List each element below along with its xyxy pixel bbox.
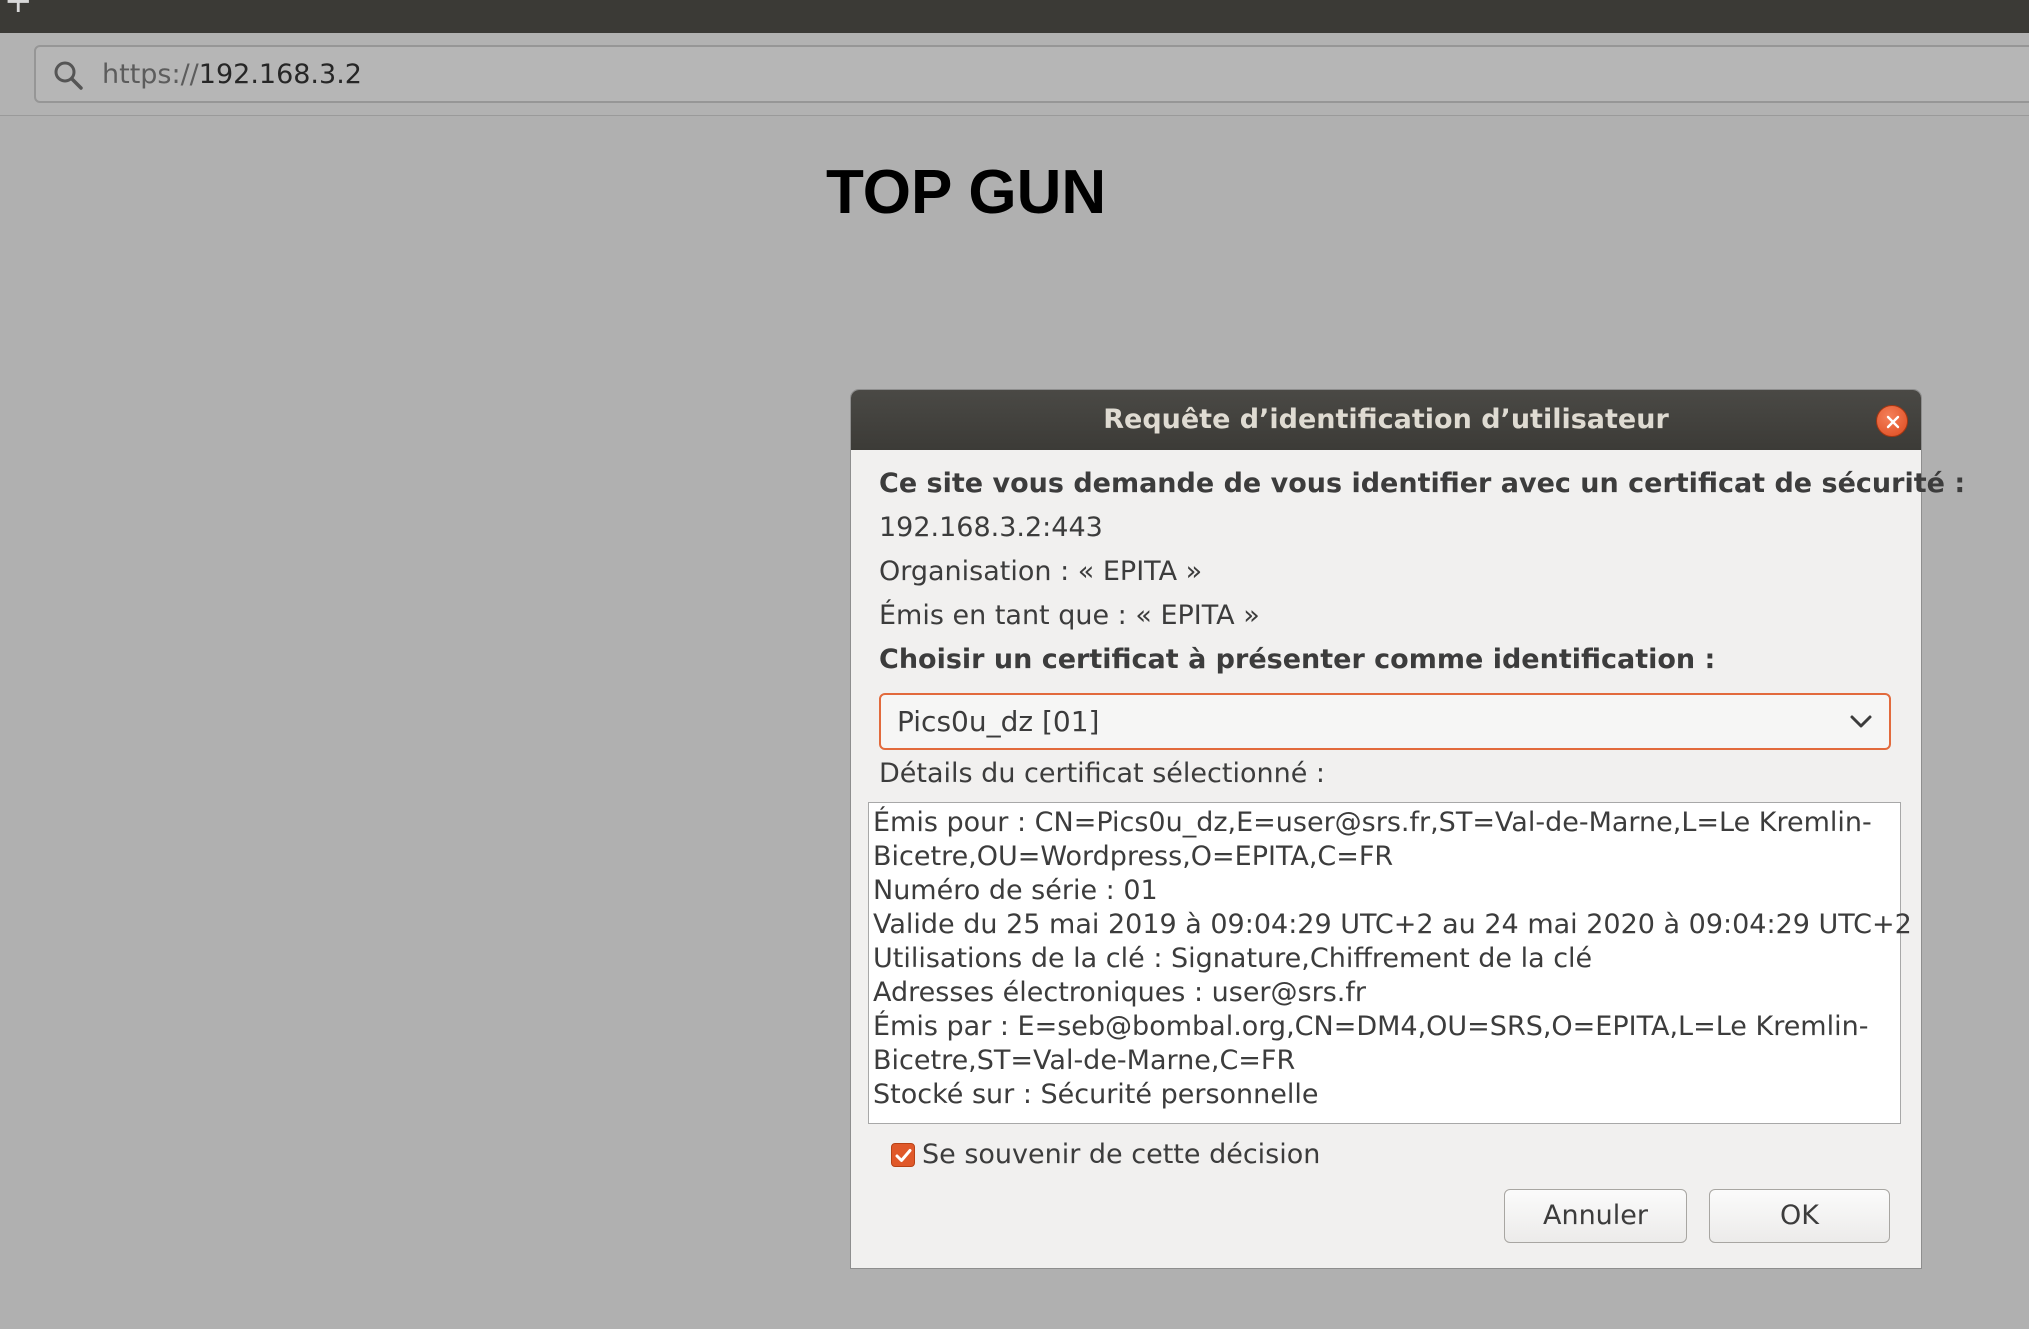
remember-decision-label[interactable]: Se souvenir de cette décision	[922, 1137, 1320, 1173]
details-line: Numéro de série : 01	[873, 875, 1158, 906]
certificate-details-label: Détails du certificat sélectionné :	[879, 758, 1325, 789]
url-host: 192.168.3.2	[198, 59, 362, 90]
dialog-titlebar[interactable]: Requête d’identification d’utilisateur	[851, 390, 1921, 450]
checkmark-icon	[895, 1149, 912, 1162]
details-line: Bicetre,ST=Val-de-Marne,C=FR	[873, 1045, 1296, 1076]
url-scheme: https://	[102, 59, 199, 90]
close-icon	[1886, 415, 1900, 429]
page-title: TOP GUN	[826, 158, 1107, 227]
certificate-select-value: Pics0u_dz [01]	[897, 705, 1100, 738]
navigation-bar: https://192.168.3.2	[0, 33, 2029, 116]
close-button[interactable]	[1876, 405, 1908, 437]
site-host: 192.168.3.2:443	[879, 512, 1103, 543]
organisation-text: Organisation : « EPITA »	[879, 556, 1203, 587]
dialog-title: Requête d’identification d’utilisateur	[1103, 404, 1669, 435]
search-icon	[54, 61, 83, 90]
details-line: Stocké sur : Sécurité personnelle	[873, 1079, 1319, 1110]
choose-certificate-label: Choisir un certificat à présenter comme …	[879, 644, 1716, 675]
url-bar[interactable]: https://192.168.3.2	[34, 45, 2029, 103]
details-line: Utilisations de la clé : Signature,Chiff…	[873, 943, 1593, 974]
certificate-dialog: Requête d’identification d’utilisateur C…	[851, 390, 1965, 1268]
dialog-intro: Ce site vous demande de vous identifier …	[879, 468, 1966, 499]
details-line: Valide du 25 mai 2019 à 09:04:29 UTC+2 a…	[873, 909, 1912, 940]
certificate-details-textarea[interactable]: Émis pour : CN=Pics0u_dz,E=user@srs.fr,S…	[868, 802, 1912, 1124]
ok-button[interactable]: OK	[1709, 1189, 1890, 1243]
remember-decision-checkbox[interactable]	[891, 1143, 915, 1167]
certificate-select[interactable]: Pics0u_dz [01]	[879, 693, 1891, 750]
details-line: Émis pour : CN=Pics0u_dz,E=user@srs.fr,S…	[873, 807, 1872, 838]
details-line: Bicetre,OU=Wordpress,O=EPITA,C=FR	[873, 841, 1394, 872]
details-line: Émis par : E=seb@bombal.org,CN=DM4,OU=SR…	[873, 1011, 1869, 1042]
details-line: Adresses électroniques : user@srs.fr	[873, 977, 1366, 1008]
chevron-down-icon	[1850, 715, 1872, 728]
tab-strip: +	[0, 0, 2029, 33]
new-tab-button[interactable]: +	[4, 0, 33, 18]
url-text: https://192.168.3.2	[102, 59, 362, 91]
cancel-button[interactable]: Annuler	[1504, 1189, 1687, 1243]
issued-as-text: Émis en tant que : « EPITA »	[879, 600, 1260, 631]
